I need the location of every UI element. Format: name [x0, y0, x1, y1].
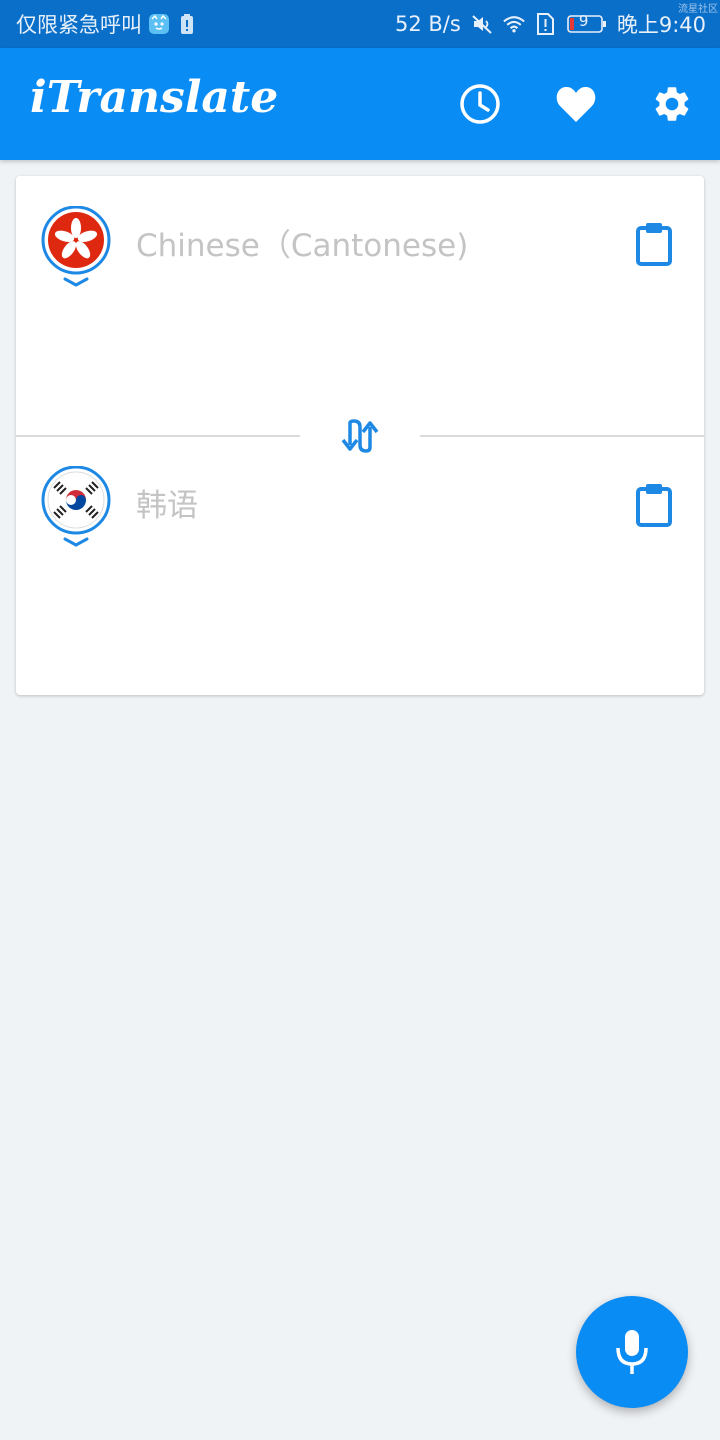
- clipboard-icon: [636, 223, 672, 266]
- clipboard-icon: [636, 484, 672, 527]
- cat-app-icon: [148, 13, 170, 35]
- swap-languages-button[interactable]: [336, 416, 384, 456]
- gear-icon: [655, 87, 689, 121]
- network-speed: 52 B/s: [395, 12, 461, 36]
- source-text-input[interactable]: Chinese（Cantonese): [136, 220, 468, 265]
- carrier-text: 仅限紧急呼叫: [16, 13, 142, 37]
- settings-button[interactable]: [650, 82, 694, 126]
- history-button[interactable]: [458, 82, 502, 126]
- app-bar: iTranslate: [0, 48, 720, 160]
- status-bar: 仅限紧急呼叫 52 B/s 9 晚上9:40 流星社区: [0, 0, 720, 48]
- divider-right: [420, 435, 704, 437]
- target-text-output[interactable]: 韩语: [136, 480, 198, 525]
- battery-alert-small-icon: [176, 13, 198, 35]
- source-language-selector[interactable]: [40, 205, 112, 292]
- swap-arrows-icon: [341, 419, 379, 453]
- sim-alert-icon: [535, 13, 557, 35]
- mute-icon: [471, 13, 493, 35]
- battery-level: 9: [578, 12, 589, 30]
- translation-card: Chinese（Cantonese) 韩语: [16, 176, 704, 695]
- source-paste-button[interactable]: [634, 221, 674, 267]
- hong-kong-flag-icon: [41, 205, 111, 287]
- divider-left: [16, 435, 300, 437]
- target-paste-button[interactable]: [634, 482, 674, 528]
- target-language-selector[interactable]: [40, 465, 112, 552]
- wifi-icon: [503, 13, 525, 35]
- microphone-icon: [616, 1330, 648, 1374]
- microphone-button[interactable]: [576, 1296, 688, 1408]
- watermark-text: 流星社区: [678, 4, 718, 15]
- battery-indicator: 9: [567, 12, 607, 35]
- app-title: iTranslate: [30, 72, 279, 123]
- favorites-button[interactable]: [554, 82, 598, 126]
- south-korea-flag-icon: [41, 465, 111, 547]
- history-clock-icon: [460, 84, 500, 124]
- heart-icon: [556, 86, 596, 122]
